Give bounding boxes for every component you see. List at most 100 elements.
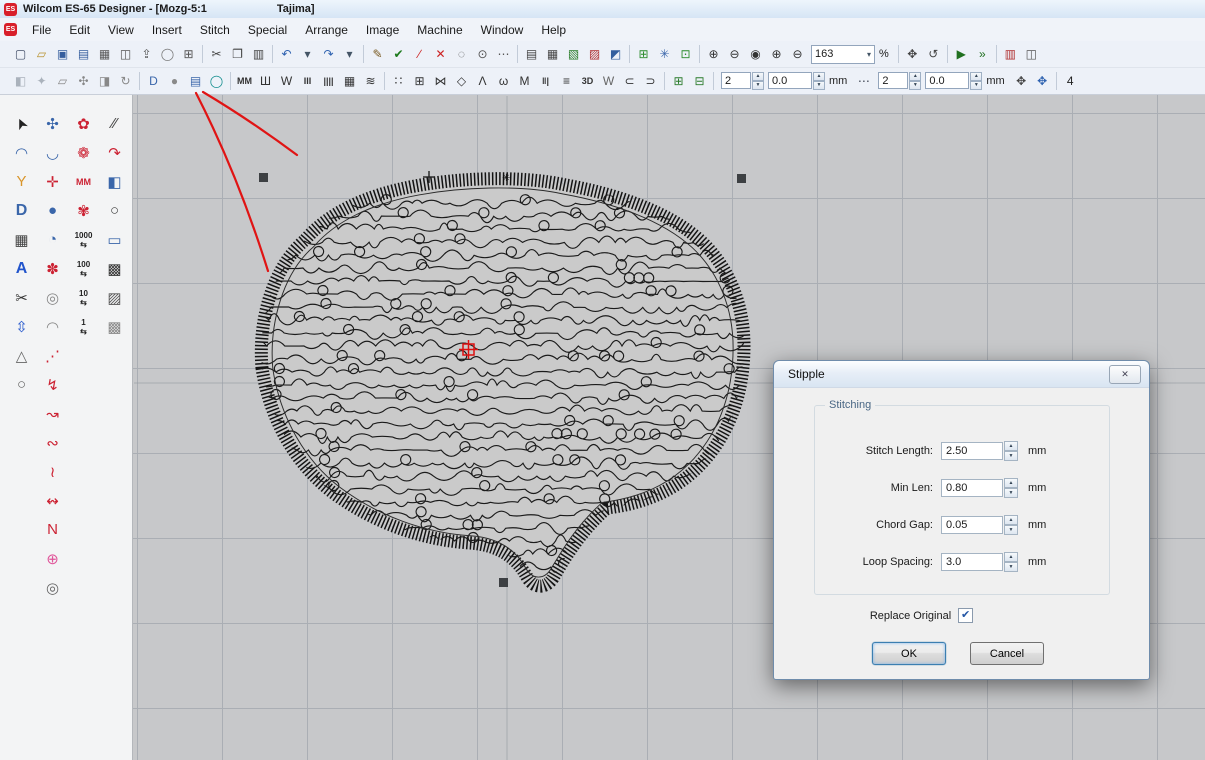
spacing-icon[interactable]: ⋯ <box>853 71 874 91</box>
grid-select-icon[interactable]: ⊡ <box>675 44 696 64</box>
m-stitch-icon[interactable]: Μ <box>514 71 535 91</box>
zigzag-stitch-icon[interactable]: W <box>276 71 297 91</box>
menu-view[interactable]: View <box>99 20 143 40</box>
buttonhole-tool[interactable]: ▩ <box>99 254 130 283</box>
mirror-x-icon[interactable]: ◨ <box>94 71 115 91</box>
zoom-out-icon[interactable]: ⊖ <box>787 44 808 64</box>
field-value[interactable]: 2.50 <box>941 442 1003 460</box>
threed-effect-icon[interactable]: 3D <box>577 71 598 91</box>
print-icon[interactable]: ▦ <box>94 44 115 64</box>
tool-button[interactable] <box>6 544 37 573</box>
field-input[interactable]: 0.80 ▲▼ <box>941 478 1018 498</box>
polygon-tool-icon[interactable]: ▱ <box>52 71 73 91</box>
count-spinner[interactable]: 2 ▲▼ <box>878 72 921 90</box>
dialog-close-button[interactable]: ✕ <box>1109 365 1141 384</box>
move-v-icon[interactable]: ✥ <box>1032 71 1053 91</box>
spiral-tool[interactable]: ◎ <box>37 573 68 602</box>
flower-tool[interactable]: ❁ <box>68 138 99 167</box>
zoom-in-icon[interactable]: ⊕ <box>766 44 787 64</box>
replace-original-checkbox[interactable]: ✔ <box>958 608 973 623</box>
menu-file[interactable]: File <box>23 20 60 40</box>
diamond-fill-icon[interactable]: ◇ <box>451 71 472 91</box>
save-as-icon[interactable]: ▤ <box>73 44 94 64</box>
team-names-tool[interactable]: ◎ <box>37 283 68 312</box>
open-curve-tool[interactable]: ◠ <box>6 138 37 167</box>
field-spinner[interactable]: ▲▼ <box>1004 441 1018 461</box>
bars-fill-icon[interactable]: ‖| <box>535 71 556 91</box>
trace-icon[interactable]: ◯ <box>206 71 227 91</box>
pencil-icon[interactable]: ✎ <box>367 44 388 64</box>
dot-fill-icon[interactable]: ● <box>164 71 185 91</box>
spin-down-icon[interactable]: ▼ <box>909 81 921 90</box>
field-spinner[interactable]: ▲▼ <box>1004 552 1018 572</box>
grid-b-icon[interactable]: ⊟ <box>689 71 710 91</box>
pattern-fill-tool[interactable]: ▨ <box>99 283 130 312</box>
tool-button[interactable] <box>68 486 99 515</box>
red-pen-icon[interactable]: ∕ <box>409 44 430 64</box>
spin-down-icon[interactable]: ▼ <box>1004 451 1018 461</box>
tool-button[interactable] <box>99 544 130 573</box>
ellipse-a-icon[interactable]: ⊂ <box>619 71 640 91</box>
branching-tool[interactable]: Υ <box>6 167 37 196</box>
outline-design-icon[interactable]: D <box>143 71 164 91</box>
tool-button[interactable] <box>99 486 130 515</box>
paste-icon[interactable]: ▥ <box>248 44 269 64</box>
spin-down-icon[interactable]: ▼ <box>1004 562 1018 572</box>
spin-up-icon[interactable]: ▲ <box>909 72 921 81</box>
freehand-embroidery-tool[interactable]: ✿ <box>68 109 99 138</box>
lasso-icon[interactable]: ⋯ <box>493 44 514 64</box>
arc-tool[interactable]: ↷ <box>99 138 130 167</box>
pan-tool-icon[interactable]: ✥ <box>902 44 923 64</box>
spin-down-icon[interactable]: ▼ <box>813 81 825 90</box>
run-1000-tool[interactable]: 1000 ⇆ <box>68 225 99 254</box>
line-fill-icon[interactable]: |||| <box>318 71 339 91</box>
dots-fill-icon[interactable]: ∷ <box>388 71 409 91</box>
spin-up-icon[interactable]: ▲ <box>1004 515 1018 525</box>
menu-insert[interactable]: Insert <box>143 20 191 40</box>
open-icon[interactable]: ▱ <box>31 44 52 64</box>
fill-hash-tool[interactable]: ▦ <box>6 225 37 254</box>
cone-tool[interactable]: △ <box>6 341 37 370</box>
zoom-1to1-icon[interactable]: ◉ <box>745 44 766 64</box>
zigzag-run-tool[interactable]: MM <box>68 167 99 196</box>
field-input[interactable]: 0.05 ▲▼ <box>941 515 1018 535</box>
prev-design-icon[interactable]: ◧ <box>10 71 31 91</box>
slow-redraw-icon[interactable]: » <box>972 44 993 64</box>
chevron-fill-icon[interactable]: ⋈ <box>430 71 451 91</box>
menu-image[interactable]: Image <box>357 20 408 40</box>
tool-button[interactable] <box>99 370 130 399</box>
print-preview-icon[interactable]: ◫ <box>115 44 136 64</box>
ring-tool[interactable]: ○ <box>6 370 37 399</box>
rotate-icon[interactable]: ↻ <box>115 71 136 91</box>
menu-arrange[interactable]: Arrange <box>296 20 357 40</box>
spin-up-icon[interactable]: ▲ <box>970 72 982 81</box>
fan-tool[interactable]: ◠ <box>37 312 68 341</box>
field-input[interactable]: 2.50 ▲▼ <box>941 441 1018 461</box>
new-icon[interactable]: ▢ <box>10 44 31 64</box>
next-design-icon[interactable]: ✦ <box>31 71 52 91</box>
spin-up-icon[interactable]: ▲ <box>813 72 825 81</box>
spin-down-icon[interactable]: ▼ <box>1004 488 1018 498</box>
redo-icon[interactable]: ↷ <box>318 44 339 64</box>
write-to-machine-icon[interactable]: ⇪ <box>136 44 157 64</box>
run-10-tool[interactable]: 10 ⇆ <box>68 283 99 312</box>
hatch-tool[interactable]: ⁄⁄ <box>99 109 130 138</box>
tool-button[interactable] <box>68 341 99 370</box>
lettering-tool[interactable]: A <box>6 254 37 283</box>
grid-a-icon[interactable]: ⊞ <box>668 71 689 91</box>
spin-down-icon[interactable]: ▼ <box>752 81 764 90</box>
menu-stitch[interactable]: Stitch <box>191 20 239 40</box>
tool-button[interactable] <box>6 515 37 544</box>
move-h-icon[interactable]: ✥ <box>1011 71 1032 91</box>
redo-dropdown-icon[interactable]: ▾ <box>339 44 360 64</box>
weave-fill-icon[interactable]: ▦ <box>339 71 360 91</box>
cut-icon[interactable]: ✂ <box>206 44 227 64</box>
save-icon[interactable]: ▣ <box>52 44 73 64</box>
undo-icon[interactable]: ↶ <box>276 44 297 64</box>
overlap-icon[interactable]: ◩ <box>605 44 626 64</box>
hoop-icon[interactable]: ◯ <box>157 44 178 64</box>
menu-window[interactable]: Window <box>472 20 533 40</box>
reshape-icon[interactable]: ✣ <box>73 71 94 91</box>
menu-special[interactable]: Special <box>239 20 296 40</box>
pattern-stamp-tool[interactable]: ▩ <box>99 312 130 341</box>
